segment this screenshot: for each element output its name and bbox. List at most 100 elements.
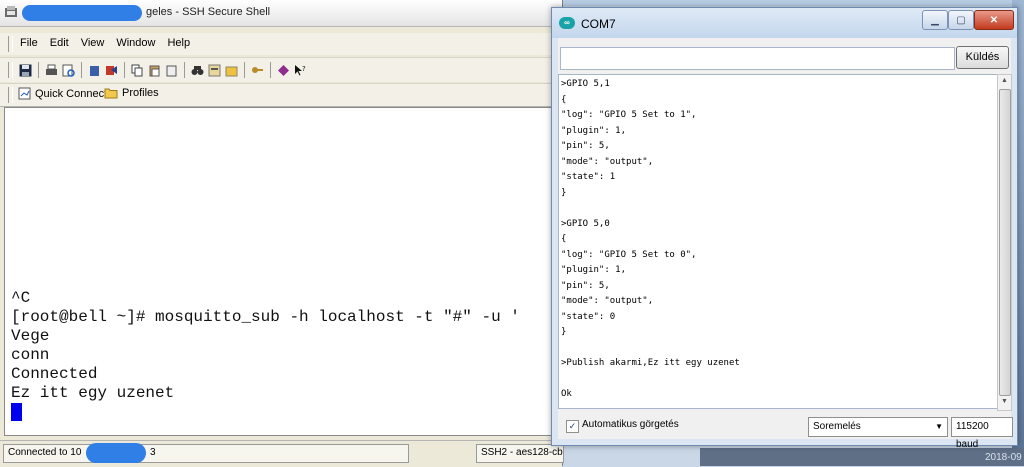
serial-line: "pin": 5, <box>561 280 610 291</box>
close-icon: ✕ <box>989 14 999 26</box>
terminal-line: conn <box>11 346 50 364</box>
profiles-label: Profiles <box>122 87 159 99</box>
com7-window-title: COM7 <box>581 17 616 31</box>
ssh-window-title: geles - SSH Secure Shell <box>146 6 271 18</box>
context-help-icon[interactable]: ? <box>293 63 308 78</box>
com7-bottom-bar: ✓ Automatikus görgetés Soremelés ▼ 11520… <box>558 413 1013 450</box>
chevron-down-icon: ▼ <box>935 422 943 431</box>
serial-line: "pin": 5, <box>561 141 610 151</box>
menu-view[interactable]: View <box>81 37 105 49</box>
serial-line: "mode": "output", <box>561 296 654 306</box>
maximize-button[interactable]: ▢ <box>948 10 974 30</box>
folder-icon <box>104 88 118 99</box>
terminal-line: Ez itt egy uzenet <box>11 384 175 402</box>
ssh-terminal[interactable]: ^C [root@bell ~]# mosquitto_sub -h localh… <box>4 107 564 436</box>
terminal-line: ^C <box>11 289 31 307</box>
arduino-icon: ∞ <box>559 17 575 29</box>
menu-help[interactable]: Help <box>167 37 190 49</box>
profiles-icon[interactable] <box>224 63 239 78</box>
serial-line: >GPIO 5,1 <box>561 79 610 89</box>
close-button[interactable]: ✕ <box>974 10 1014 30</box>
line-ending-select[interactable]: Soremelés ▼ <box>808 417 948 437</box>
quick-connect-label: Quick Connect <box>35 87 108 100</box>
ssh-toolbar: ? <box>0 57 562 82</box>
serial-line: { <box>561 234 567 244</box>
toolbar-separator <box>244 62 245 78</box>
terminal-line: Connected <box>11 365 98 383</box>
serial-output[interactable]: >GPIO 5,1 { "log": "GPIO 5 Set to 1", "plug… <box>558 74 998 409</box>
find-icon[interactable] <box>190 63 205 78</box>
paste-special-icon[interactable] <box>164 63 179 78</box>
scroll-thumb[interactable] <box>999 89 1011 396</box>
status-connection-tail: 3 <box>150 447 156 458</box>
serial-lines: >GPIO 5,1 { "log": "GPIO 5 Set to 1", "plug… <box>561 77 740 403</box>
serial-line <box>561 341 740 357</box>
com7-body: Küldés >GPIO 5,1 { "log": "GPIO 5 Set to 1… <box>558 38 1013 450</box>
file-transfer-icon[interactable] <box>104 63 119 78</box>
toolbar-separator <box>81 62 82 78</box>
toolbar-separator <box>184 62 185 78</box>
ssh-window: geles - SSH Secure Shell File Edit View … <box>0 0 564 467</box>
ssh-title-bar[interactable]: geles - SSH Secure Shell <box>0 0 562 27</box>
send-input[interactable] <box>560 47 955 70</box>
print-preview-icon[interactable] <box>61 63 76 78</box>
scroll-down-icon[interactable]: ▼ <box>999 396 1010 408</box>
serial-line <box>561 201 740 217</box>
baud-rate-value: 115200 baud <box>956 421 989 450</box>
terminal-cursor <box>11 403 22 421</box>
menu-edit[interactable]: Edit <box>50 37 69 49</box>
minimize-icon: ▁ <box>931 14 939 26</box>
terminal-line: Vege <box>11 327 50 345</box>
serial-line: "log": "GPIO 5 Set to 0", <box>561 249 697 260</box>
quickbar-grip <box>8 87 13 103</box>
help-book-icon[interactable] <box>276 63 291 78</box>
serial-line: >GPIO 5,0 <box>561 218 610 229</box>
terminal-output: ^C [root@bell ~]# mosquitto_sub -h localh… <box>11 289 520 422</box>
serial-line: "mode": "output", <box>561 156 654 167</box>
maximize-icon: ▢ <box>956 14 966 26</box>
status-encryption: SSH2 - aes128-cbc - hmac-sha1 - n/ 80x16 <box>476 444 564 463</box>
serial-line: } <box>561 327 567 337</box>
line-ending-value: Soremelés <box>813 421 861 432</box>
quick-connect-button[interactable]: Quick Connect <box>18 87 107 100</box>
minimize-button[interactable]: ▁ <box>922 10 948 30</box>
serial-line: >Publish akarmi,Ez itt egy uzenet <box>561 358 740 368</box>
profiles-button[interactable]: Profiles <box>104 87 159 99</box>
menu-items: File Edit View Window Help <box>20 37 190 49</box>
baud-rate-select[interactable]: 115200 baud <box>951 417 1013 450</box>
serial-line: Ok <box>561 389 572 399</box>
ssh-status-bar: Connected to 10 3 SSH2 - aes128-cbc - hm… <box>0 440 564 467</box>
quick-connect-icon <box>18 87 31 100</box>
ssh-app-icon <box>4 5 18 19</box>
com7-window: ∞ COM7 ▁ ▢ ✕ Küldés >GPIO 5,1 { "log": "GP… <box>551 7 1018 450</box>
save-icon[interactable] <box>18 63 33 78</box>
copy-icon[interactable] <box>130 63 145 78</box>
serial-line: "plugin": 1, <box>561 125 627 136</box>
serial-line: "log": "GPIO 5 Set to 1", <box>561 110 697 120</box>
settings-icon[interactable] <box>207 63 222 78</box>
menu-file[interactable]: File <box>20 37 38 49</box>
keys-icon[interactable] <box>250 63 265 78</box>
com7-title-bar[interactable]: ∞ COM7 ▁ ▢ ✕ <box>552 8 1017 38</box>
autoscroll-checkbox[interactable]: ✓ <box>566 420 579 433</box>
serial-line: { <box>561 94 567 105</box>
toolbar-buttons: ? <box>18 62 308 78</box>
status-encryption-text: SSH2 - aes128-cbc - hmac-sha1 - n/ 80x16 <box>481 447 564 458</box>
toolbar-separator <box>124 62 125 78</box>
scroll-up-icon[interactable]: ▲ <box>999 75 1010 87</box>
redaction-scribble <box>86 443 146 463</box>
terminal-line: [root@bell ~]# mosquitto_sub -h localhos… <box>11 308 520 326</box>
toolbar-separator <box>38 62 39 78</box>
svg-text:?: ? <box>302 65 306 73</box>
menu-window[interactable]: Window <box>116 37 155 49</box>
print-icon[interactable] <box>44 63 59 78</box>
new-terminal-icon[interactable] <box>87 63 102 78</box>
status-connection: Connected to 10 3 <box>3 443 409 463</box>
menu-grip <box>8 36 13 52</box>
paste-icon[interactable] <box>147 63 162 78</box>
ssh-menu-bar: File Edit View Window Help <box>0 33 562 55</box>
serial-line: "plugin": 1, <box>561 265 627 275</box>
serial-scrollbar[interactable]: ▲ ▼ <box>997 74 1012 411</box>
redaction-scribble <box>22 5 142 21</box>
send-button[interactable]: Küldés <box>956 46 1009 69</box>
